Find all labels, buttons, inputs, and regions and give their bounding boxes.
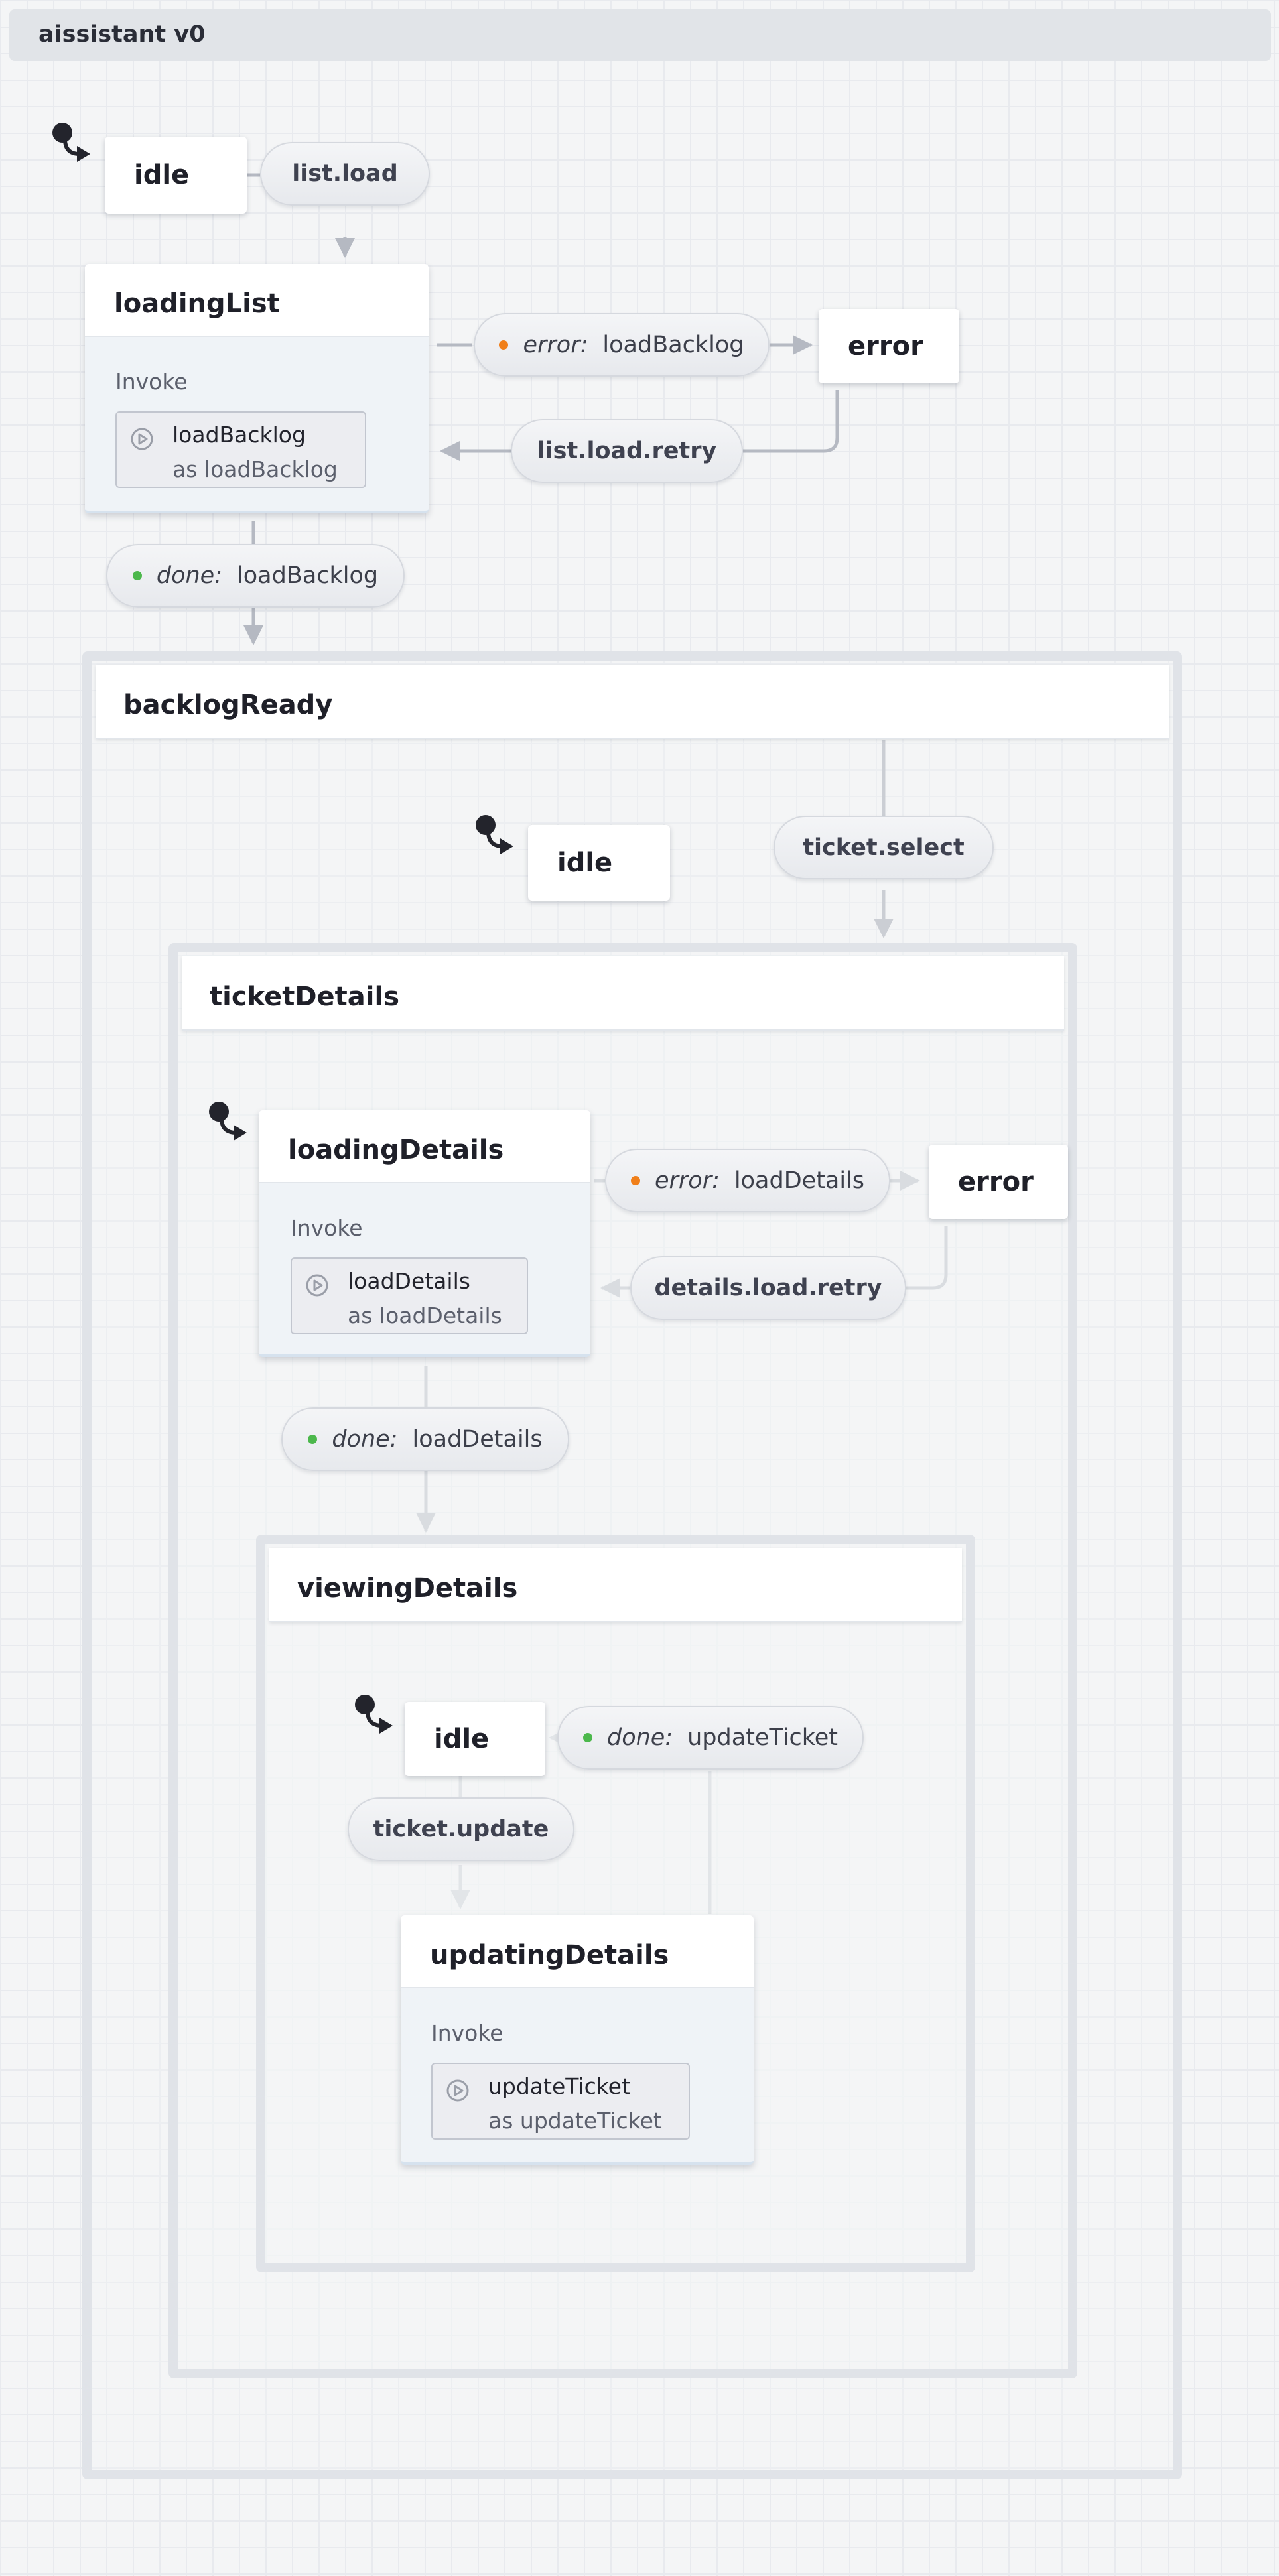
state-idle-label: idle [134,160,190,190]
wire-error-to-retry [743,390,839,453]
event-label: ticket.select [803,834,965,861]
done-dot-icon [582,1733,592,1742]
transition-error-loaddetails[interactable]: error: loadDetails [605,1149,890,1212]
state-loadingdetails[interactable]: loadingDetails Invoke loadDetails as loa… [259,1110,590,1357]
initial-state-icon [209,1102,247,1141]
transition-service: loadBacklog [602,332,744,358]
state-title: viewingDetails [269,1548,962,1622]
transition-kind: error: [654,1167,720,1194]
play-circle-icon [446,2079,469,2102]
transition-service: loadDetails [412,1426,543,1452]
state-title: loadingDetails [259,1110,590,1183]
transition-service: loadBacklog [237,562,379,589]
initial-state-icon [476,815,513,854]
transition-error-loadbacklog[interactable]: error: loadBacklog [474,313,770,377]
initial-state-icon [52,123,90,162]
state-error-label: error [958,1167,1034,1197]
play-circle-icon [131,428,153,450]
state-title: updatingDetails [401,1915,754,1988]
transition-kind: done: [332,1426,398,1452]
transition-done-loadbacklog[interactable]: done: loadBacklog [106,544,405,608]
transition-list-load[interactable]: list.load [260,142,430,206]
invoke-label: Invoke [115,369,188,395]
invoke-service[interactable]: loadDetails as loadDetails [291,1257,528,1334]
transition-kind: done: [606,1724,673,1751]
invoke-service[interactable]: updateTicket as updateTicket [431,2063,690,2140]
done-dot-icon [308,1435,318,1444]
event-label: ticket.update [373,1816,549,1842]
state-backlog-idle[interactable]: idle [528,825,670,901]
state-title: ticketDetails [182,956,1064,1031]
transition-service: loadDetails [734,1167,865,1194]
event-label: details.load.retry [654,1275,882,1301]
service-alias: as updateTicket [488,2108,662,2134]
service-alias: as loadDetails [348,1303,502,1328]
invoke-service[interactable]: loadBacklog as loadBacklog [115,411,366,488]
event-label: list.load [292,161,398,187]
window-title: aissistant v0 [9,9,1271,61]
transition-done-loaddetails[interactable]: done: loadDetails [281,1407,569,1471]
state-idle[interactable]: idle [105,137,247,214]
state-updatingdetails[interactable]: updatingDetails Invoke updateTicket as u… [401,1915,754,2165]
state-viewing-idle[interactable]: idle [405,1702,545,1776]
invoke-label: Invoke [431,2020,504,2046]
state-details-error[interactable]: error [929,1145,1068,1219]
state-error[interactable]: error [819,309,959,383]
state-error-label: error [848,331,923,361]
error-dot-icon [499,340,509,350]
transition-kind: error: [523,332,588,358]
transition-ticket-update[interactable]: ticket.update [348,1797,574,1861]
state-loadinglist[interactable]: loadingList Invoke loadBacklog as loadBa… [85,264,429,513]
transition-details-load-retry[interactable]: details.load.retry [630,1256,906,1320]
transition-service: updateTicket [687,1724,838,1751]
state-title: backlogReady [96,665,1169,739]
transition-ticket-select[interactable]: ticket.select [774,816,994,879]
transition-kind: done: [156,562,222,589]
service-name: loadDetails [348,1268,470,1294]
state-title: loadingList [85,264,429,337]
error-dot-icon [630,1176,640,1185]
state-idle-label: idle [557,848,613,878]
service-alias: as loadBacklog [172,456,338,482]
play-circle-icon [306,1274,328,1297]
transition-done-updateticket[interactable]: done: updateTicket [557,1706,864,1770]
service-name: loadBacklog [172,422,306,448]
service-name: updateTicket [488,2073,630,2099]
transition-list-load-retry[interactable]: list.load.retry [511,419,743,483]
done-dot-icon [132,571,142,580]
invoke-label: Invoke [291,1215,363,1241]
initial-state-icon [355,1695,393,1734]
state-idle-label: idle [434,1724,490,1754]
event-label: list.load.retry [537,438,717,464]
